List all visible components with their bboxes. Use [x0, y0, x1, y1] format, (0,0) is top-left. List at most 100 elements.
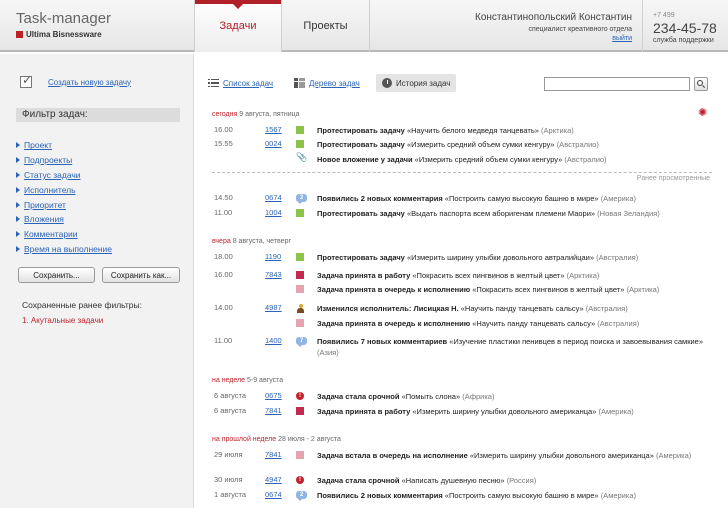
- row-text: Протестировать задачу «Измерить ширину у…: [317, 252, 707, 263]
- task-number-link[interactable]: 0675: [265, 391, 282, 400]
- row-time: 14.00: [214, 303, 233, 312]
- tree-view-button[interactable]: Дерево задач: [294, 74, 360, 92]
- task-number-link[interactable]: 4987: [265, 303, 282, 312]
- status-accepted-icon: [296, 407, 304, 415]
- save-as-button[interactable]: Сохранить как...: [102, 267, 180, 283]
- task-number-link[interactable]: 1190: [265, 252, 281, 261]
- search-input[interactable]: [544, 77, 690, 91]
- tree-view-label: Дерево задач: [309, 78, 360, 88]
- row-region: (Америка): [600, 491, 636, 500]
- urgent-icon: !: [296, 392, 304, 400]
- row-time: 6 августа: [214, 391, 247, 400]
- seen-divider: [212, 172, 712, 173]
- saved-filter-item[interactable]: 1. Акутальные задачи: [22, 316, 103, 325]
- section-today: сегодня 9 августа, пятница: [212, 111, 300, 118]
- brand[interactable]: Task-manager Ultima Bisnessware: [16, 10, 111, 39]
- row-region: (Арктика): [626, 285, 660, 294]
- app-subtitle-text: Ultima Bisnessware: [26, 30, 102, 39]
- task-number-link[interactable]: 1400: [265, 336, 282, 345]
- tab-tasks-label: Задачи: [219, 20, 257, 32]
- row-task: «Измерить ширину улыбки довольного амери…: [412, 407, 597, 416]
- status-done-icon: [296, 209, 304, 217]
- filter-item-status[interactable]: Статус задачи: [16, 168, 112, 183]
- status-done-icon: [296, 253, 304, 261]
- filter-item-subprojects[interactable]: Подпроекты: [16, 153, 112, 168]
- comments-icon: 7: [296, 337, 307, 347]
- clock-icon: [382, 78, 392, 88]
- row-time: 29 июля: [214, 450, 243, 459]
- tab-tasks[interactable]: Задачи: [194, 0, 281, 52]
- section-sub: 5-9 августа: [246, 377, 284, 384]
- row-task: «Покрасить всех пингвинов в желтый цвет»: [472, 285, 625, 294]
- row-task: «Выдать паспорта всем аборигенам племени…: [406, 209, 596, 218]
- row-task: «Построить самую высокую башню в мире»: [444, 194, 599, 203]
- section-sub: 28 июля - 2 августа: [278, 436, 341, 443]
- gear-icon[interactable]: ✺: [698, 108, 707, 119]
- task-number-link[interactable]: 0024: [265, 139, 282, 148]
- user-name: Константинопольский Константин: [475, 12, 632, 23]
- section-sub: 8 августа, четверг: [232, 238, 292, 245]
- task-number-link[interactable]: 7841: [265, 406, 282, 415]
- filter-item-priority[interactable]: Приоритет: [16, 197, 112, 212]
- row-region: (Австралия): [596, 253, 639, 262]
- filter-item-attachments[interactable]: Вложения: [16, 212, 112, 227]
- task-number-link[interactable]: 4947: [265, 475, 282, 484]
- filter-item-duration[interactable]: Время на выполнение: [16, 242, 112, 257]
- row-text: Задача принята в работу «Покрасить всех …: [317, 270, 707, 281]
- list-view-button[interactable]: Список задач: [208, 74, 273, 92]
- save-button[interactable]: Сохранить...: [18, 267, 95, 283]
- list-view-label: Список задач: [223, 78, 274, 88]
- history-view-button[interactable]: История задач: [376, 74, 457, 92]
- row-text: Задача принята в очередь к исполнению «Н…: [317, 318, 707, 329]
- row-region: (Азия): [317, 348, 339, 357]
- task-number-link[interactable]: 7841: [265, 450, 282, 459]
- filter-item-project[interactable]: Проект: [16, 138, 112, 153]
- filter-label: Комментарии: [24, 229, 78, 240]
- row-action: Протестировать задачу: [317, 140, 405, 149]
- filter-item-comments[interactable]: Комментарии: [16, 227, 112, 242]
- row-text: Задача встала в очередь на исполнение «И…: [317, 450, 707, 461]
- row-text: Протестировать задачу «Научить белого ме…: [317, 125, 707, 136]
- task-number-link[interactable]: 7843: [265, 270, 282, 279]
- row-region: (Новая Зеландия): [597, 209, 660, 218]
- section-label: на неделе: [212, 377, 246, 384]
- section-last-week: на прошлой неделе 28 июля - 2 августа: [212, 436, 341, 443]
- row-task: «Измерить средний объем сумки кенгуру»: [406, 140, 555, 149]
- row-time: 16.00: [214, 125, 233, 134]
- row-task: «Измерить средний объем сумки кенгуру»: [414, 155, 563, 164]
- row-time: 11.00: [214, 336, 233, 345]
- logout-link[interactable]: выйти: [475, 35, 632, 42]
- create-task-link[interactable]: Создать новую задачу: [48, 78, 131, 87]
- support-block: +7 499 234-45-78 служба поддержки: [653, 12, 717, 44]
- task-number-link[interactable]: 0674: [265, 490, 282, 499]
- row-time: 18.00: [214, 252, 233, 261]
- urgent-icon: !: [296, 476, 304, 484]
- row-action: Задача принята в работу: [317, 271, 411, 280]
- task-number-link[interactable]: 0674: [265, 193, 282, 202]
- history-view-label: История задач: [396, 78, 451, 88]
- filter-label: Статус задачи: [24, 169, 81, 180]
- comments-icon: 2: [296, 194, 307, 204]
- row-action: Появились 2 новых комментария: [317, 194, 443, 203]
- section-this-week: на неделе 5-9 августа: [212, 377, 283, 384]
- filter-label: Исполнитель: [24, 184, 76, 195]
- row-time: 15.55: [214, 139, 233, 148]
- search-button[interactable]: [694, 77, 708, 91]
- row-action: Задача стала срочной: [317, 476, 400, 485]
- status-queued-icon: [296, 285, 304, 293]
- row-region: (Австралио): [564, 155, 607, 164]
- row-task: «Научить панду танцевать сальсу»: [460, 304, 584, 313]
- status-done-icon: [296, 126, 304, 134]
- support-phone: 234-45-78: [653, 20, 717, 36]
- filter-item-assignee[interactable]: Исполнитель: [16, 182, 112, 197]
- filter-label: Проект: [24, 140, 52, 151]
- row-region: (Америка): [655, 451, 692, 460]
- triangle-right-icon: [16, 171, 20, 178]
- row-action: Протестировать задачу: [317, 126, 405, 135]
- filter-label: Время на выполнение: [24, 243, 113, 254]
- tab-projects[interactable]: Проекты: [281, 0, 369, 52]
- row-region: (Америка): [598, 407, 634, 416]
- task-number-link[interactable]: 1004: [265, 208, 282, 217]
- task-number-link[interactable]: 1567: [265, 125, 282, 134]
- row-text: Задача стала срочной «Написать душевную …: [317, 475, 707, 486]
